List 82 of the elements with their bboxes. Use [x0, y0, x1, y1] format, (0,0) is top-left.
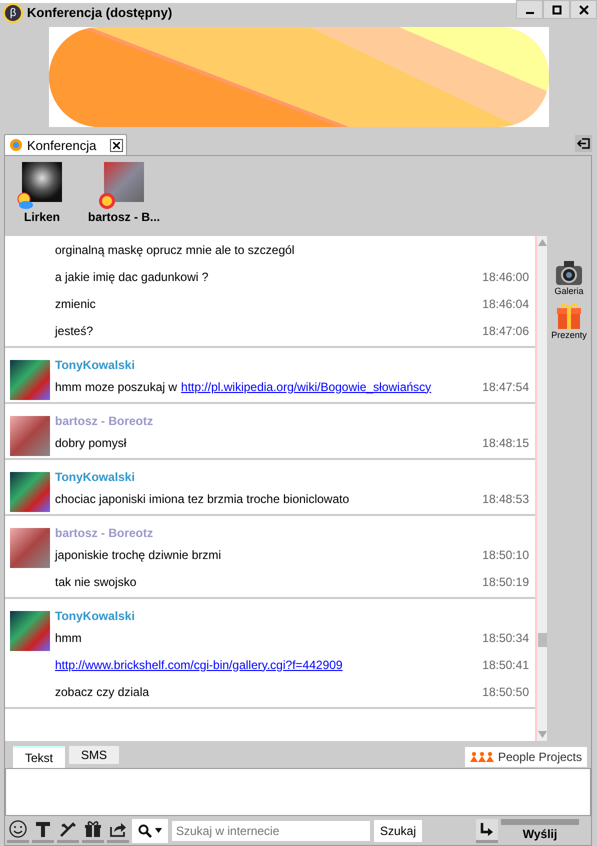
search-field[interactable]: Szukaj w internecie — [171, 820, 371, 842]
search-button[interactable]: Szukaj — [374, 820, 422, 842]
participant-name: Lirken — [24, 210, 60, 224]
people-icon — [470, 752, 494, 762]
close-icon — [578, 4, 588, 14]
minimize-icon — [526, 12, 534, 14]
message-time: 18:50:19 — [482, 574, 529, 588]
send-button[interactable]: Wyślij — [501, 818, 579, 842]
detach-button[interactable] — [575, 135, 592, 152]
sender-name: TonyKowalski — [55, 609, 135, 624]
avatar-image — [10, 416, 50, 456]
message-text: zobacz czy dziala — [55, 684, 150, 698]
side-tool-button[interactable]: Galeria — [554, 260, 584, 296]
caret-icon — [155, 828, 162, 833]
app-logo-icon: β — [5, 4, 21, 20]
participant-name: bartosz - B... — [88, 210, 160, 224]
message-text: hmm moze poszukaj w — [55, 380, 178, 394]
sun-status-icon — [98, 192, 116, 210]
enter-button[interactable] — [476, 818, 498, 842]
sender-name: bartosz - Boreotz — [55, 526, 154, 541]
message-link[interactable]: http://pl.wikipedia.org/wiki/Bogowie_słowiańscy — [181, 380, 432, 394]
message-text: chociac japoniski imiona tez brzmia troche bioniclowato — [55, 492, 350, 506]
message-time: 18:50:34 — [482, 630, 529, 644]
message-text: hmm — [55, 630, 82, 644]
scroll-thumb[interactable] — [538, 633, 546, 647]
message-input-field[interactable] — [5, 768, 591, 816]
tab-label: Konferencja — [27, 138, 96, 152]
minimize-button[interactable] — [516, 0, 543, 19]
wrench-icon — [59, 820, 77, 838]
message-link[interactable]: http://www.brickshelf.com/cgi-bin/gallery.cgi?f=442909 — [55, 658, 343, 672]
enter-arrow-icon — [480, 822, 494, 836]
message-text: a jakie imię dac gadunkowi ? — [55, 270, 208, 284]
smiley-icon — [9, 820, 27, 838]
avatar-image — [10, 611, 50, 651]
conversation-tab[interactable]: Konferencja — [4, 134, 128, 155]
letter-t-icon — [34, 820, 52, 838]
sun-cloud-status-icon — [16, 192, 34, 210]
message-text: jesteś? — [55, 324, 94, 338]
camera-icon — [554, 260, 583, 286]
sender-name: bartosz - Boreotz — [55, 414, 154, 429]
message-text: zmienic — [55, 296, 96, 310]
maximize-icon — [552, 4, 562, 14]
gift-icon — [84, 820, 102, 838]
flower-icon — [9, 138, 23, 152]
close-icon — [113, 142, 120, 148]
share-arrow-icon — [109, 820, 127, 838]
sender-name: TonyKowalski — [55, 470, 135, 485]
maximize-button[interactable] — [543, 0, 570, 19]
avatar-image — [22, 162, 62, 202]
message-time: 18:50:10 — [482, 548, 529, 562]
message-time: 18:47:06 — [482, 324, 529, 338]
search-icon — [138, 824, 152, 838]
side-tool-button[interactable]: Prezenty — [551, 302, 587, 340]
sender-name: TonyKowalski — [55, 358, 135, 373]
scroll-up-icon — [538, 239, 546, 246]
message-time: 18:46:04 — [482, 296, 529, 310]
message-time: 18:48:53 — [482, 492, 529, 506]
input-tab[interactable]: SMS — [69, 746, 120, 764]
avatar-image — [10, 528, 50, 568]
emoticon-button[interactable] — [7, 818, 29, 842]
message-time: 18:46:00 — [482, 270, 529, 284]
message-text: tak nie swojsko — [55, 574, 136, 588]
message-time: 18:47:54 — [482, 380, 529, 394]
message-time: 18:50:50 — [482, 684, 529, 698]
close-button[interactable] — [570, 0, 597, 19]
search-engine-dropdown[interactable] — [132, 818, 168, 842]
message-time: 18:48:15 — [482, 436, 529, 450]
avatar-image — [104, 162, 144, 202]
scroll-down-icon — [538, 731, 546, 738]
avatar-image — [10, 472, 50, 512]
window-title: Konferencja (dostępny) — [27, 5, 172, 20]
scrollbar[interactable] — [537, 236, 547, 741]
message-text: japoniskie trochę dziwnie brzmi — [55, 548, 222, 562]
exit-arrow-icon — [577, 138, 590, 149]
avatar-image — [10, 360, 50, 400]
input-tab[interactable]: Tekst — [13, 746, 66, 768]
tab-close-button[interactable] — [110, 138, 124, 152]
message-text: orginalną maskę oprucz mnie ale to szczegól — [55, 242, 294, 256]
message-time: 18:50:41 — [482, 658, 529, 672]
brand-name: People Projects — [498, 750, 582, 764]
message-text: dobry pomysł — [55, 436, 126, 450]
gift-icon — [556, 302, 582, 330]
